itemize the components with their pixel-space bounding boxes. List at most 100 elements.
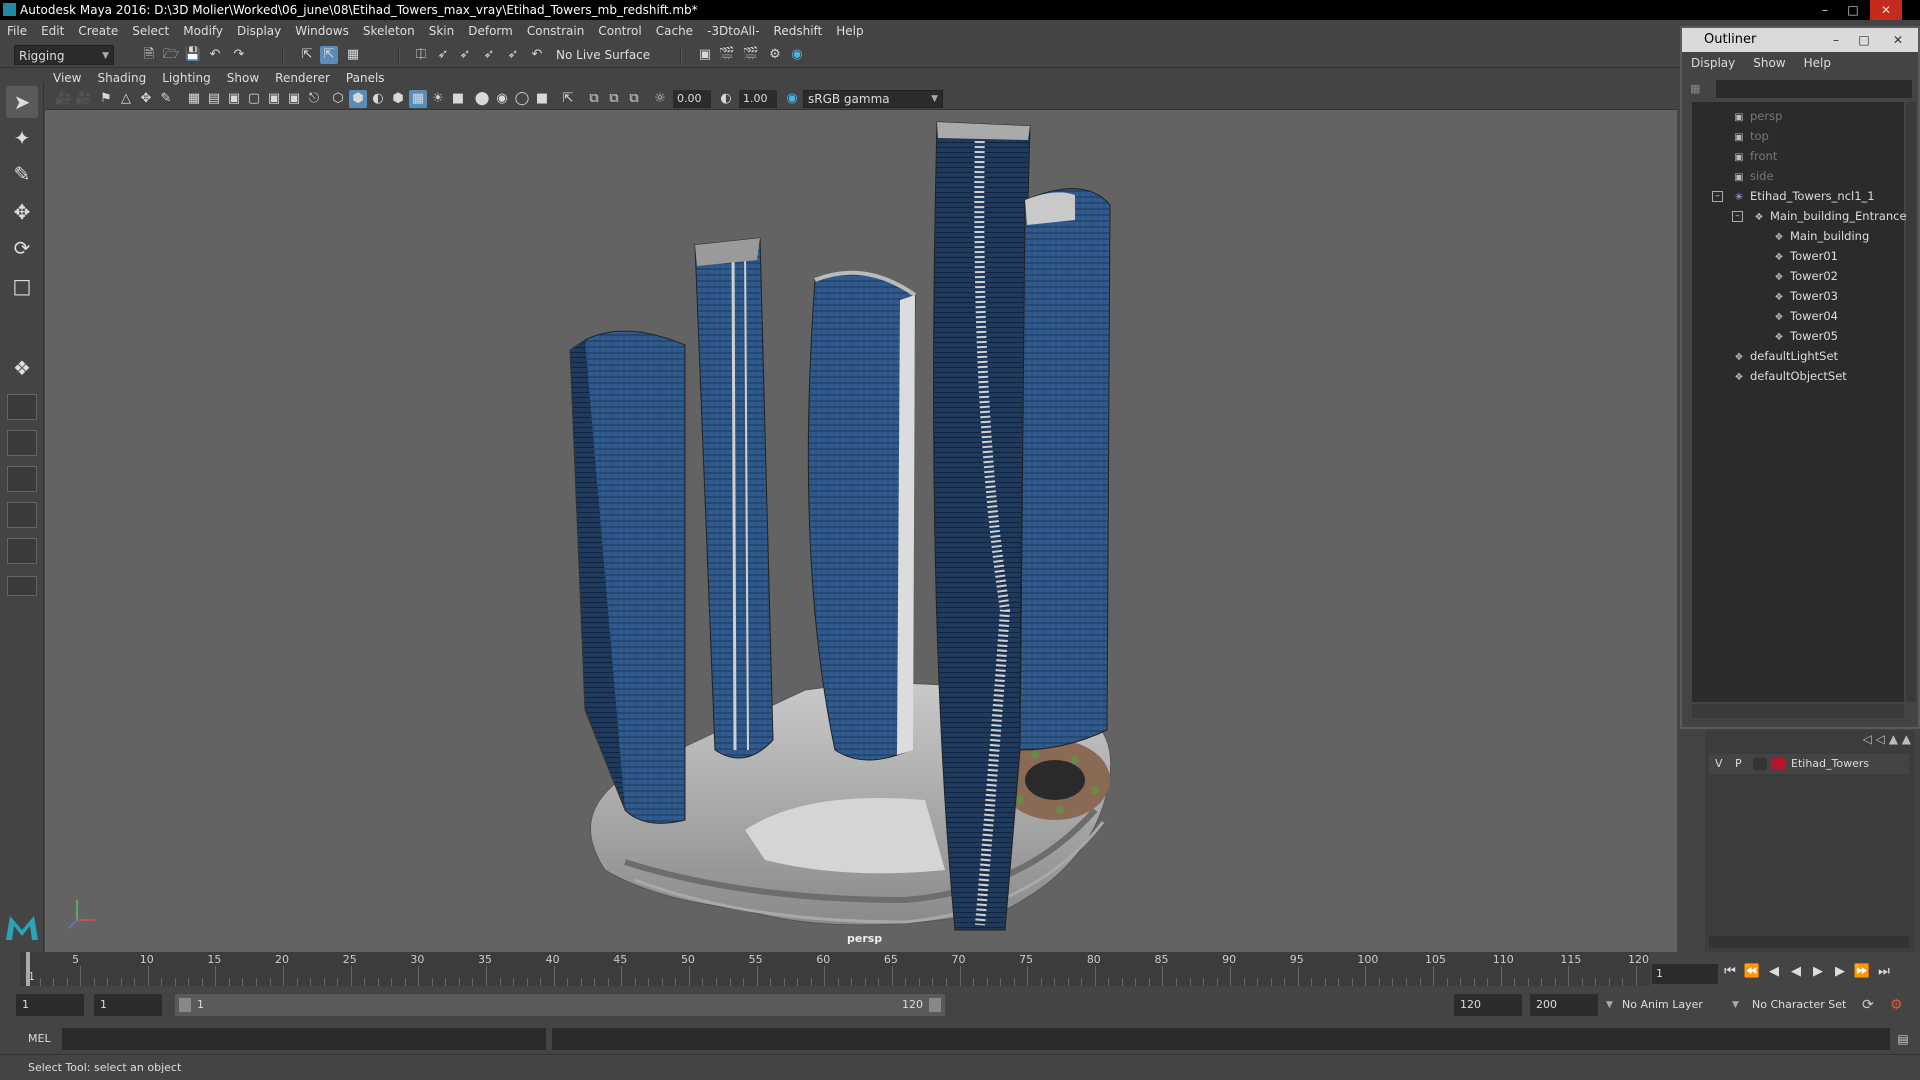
- outliner-menu-display[interactable]: Display: [1682, 52, 1744, 74]
- outliner-item-main-building[interactable]: ❖ Main_building: [1772, 226, 1870, 246]
- layer-playback-toggle[interactable]: P: [1735, 754, 1742, 774]
- layer-ref-toggle[interactable]: [1753, 758, 1767, 770]
- panel-menu-show[interactable]: Show: [219, 68, 267, 88]
- rotate-tool-icon[interactable]: ⟳: [6, 232, 38, 264]
- render-settings-icon[interactable]: ⚙: [766, 46, 784, 64]
- menu-display[interactable]: Display: [230, 20, 288, 42]
- persp-outliner-layout-icon[interactable]: [7, 430, 37, 456]
- outliner-item-top[interactable]: ▣ top: [1732, 126, 1769, 146]
- gate-mask-icon[interactable]: ▢: [245, 90, 263, 108]
- outliner-item-default-object-set[interactable]: ❖ defaultObjectSet: [1732, 366, 1847, 386]
- animation-prefs-icon[interactable]: ⚙: [1890, 994, 1903, 1016]
- redo-icon[interactable]: ↷: [230, 46, 248, 64]
- undo-icon[interactable]: ↶: [206, 46, 224, 64]
- exposure-field[interactable]: 0.00: [673, 90, 711, 108]
- layer-color-swatch[interactable]: [1771, 758, 1785, 770]
- outliner-item-front[interactable]: ▣ front: [1732, 146, 1777, 166]
- step-back-key-icon[interactable]: ⏪: [1742, 962, 1762, 982]
- panel-menu-renderer[interactable]: Renderer: [267, 68, 338, 88]
- snap-vertex-icon[interactable]: ↶: [528, 46, 546, 64]
- move-tool-icon[interactable]: ✥: [6, 196, 38, 228]
- color-management-icon[interactable]: ◉: [783, 90, 801, 108]
- outliner-item-etihad-towers[interactable]: ✳ Etihad_Towers_ncl1_1: [1732, 186, 1875, 206]
- grid-icon[interactable]: ▦: [185, 90, 203, 108]
- anim-layer-dropdown[interactable]: No Anim Layer: [1622, 994, 1742, 1016]
- menu-redshift[interactable]: Redshift: [767, 20, 830, 42]
- camera-bookmark-icon[interactable]: 🎥: [75, 90, 93, 108]
- scale-tool-icon[interactable]: □: [6, 270, 38, 302]
- outliner-item-tower01[interactable]: ❖ Tower01: [1772, 246, 1838, 266]
- live-surface-field[interactable]: No Live Surface: [556, 46, 650, 64]
- antialias-icon[interactable]: ◯: [513, 90, 531, 108]
- menu-help[interactable]: Help: [829, 20, 870, 42]
- isolate-select-icon[interactable]: ⇱: [559, 90, 577, 108]
- perspective-viewport[interactable]: [45, 110, 1677, 952]
- range-slider[interactable]: 1 120: [175, 994, 945, 1016]
- menu-skeleton[interactable]: Skeleton: [356, 20, 422, 42]
- outliner-item-side[interactable]: ▣ side: [1732, 166, 1773, 186]
- outliner-item-default-light-set[interactable]: ❖ defaultLightSet: [1732, 346, 1839, 366]
- step-forward-frame-icon[interactable]: ▶: [1830, 962, 1850, 982]
- outliner-item-persp[interactable]: ▣ persp: [1732, 106, 1782, 126]
- menu-constrain[interactable]: Constrain: [520, 20, 592, 42]
- maximize-icon[interactable]: □: [1854, 28, 1874, 52]
- persp-graph-layout-icon[interactable]: [7, 466, 37, 492]
- xray-icon[interactable]: ⧉: [585, 90, 603, 108]
- xray-joints-icon[interactable]: ⧉: [605, 90, 623, 108]
- menu-select[interactable]: Select: [125, 20, 176, 42]
- panel-menu-view[interactable]: View: [45, 68, 89, 88]
- film-gate-icon[interactable]: ▤: [205, 90, 223, 108]
- time-ruler[interactable]: 1 5 10 15 20 25 30 35 40 45 50 55 60 65 70 75 80 85 90 95 10…: [20, 952, 1650, 986]
- use-all-lights-icon[interactable]: ☀: [429, 90, 447, 108]
- menu-windows[interactable]: Windows: [288, 20, 356, 42]
- xray-components-icon[interactable]: ⧉: [625, 90, 643, 108]
- menu-control[interactable]: Control: [591, 20, 648, 42]
- outliner-item-tower02[interactable]: ❖ Tower02: [1772, 266, 1838, 286]
- select-tool-icon[interactable]: ➤: [6, 86, 38, 118]
- outliner-item-tower03[interactable]: ❖ Tower03: [1772, 286, 1838, 306]
- outliner-horizontal-scrollbar[interactable]: [1692, 704, 1904, 718]
- go-to-end-icon[interactable]: ⏭: [1874, 962, 1894, 982]
- panel-menu-lighting[interactable]: Lighting: [154, 68, 219, 88]
- textured-icon[interactable]: ▦: [409, 90, 427, 108]
- layer-actions-icon[interactable]: ◁ ◁ ▲ ▲: [1863, 732, 1911, 746]
- gamma-icon[interactable]: ◐: [717, 90, 735, 108]
- outliner-menu-help[interactable]: Help: [1795, 52, 1840, 74]
- colorspace-dropdown[interactable]: sRGB gamma ▼: [803, 90, 943, 108]
- range-start-handle[interactable]: [179, 998, 191, 1012]
- playback-end-field[interactable]: 120: [1454, 994, 1522, 1016]
- collapse-icon[interactable]: –: [1712, 191, 1723, 202]
- range-end-handle[interactable]: [929, 998, 941, 1012]
- minimize-icon[interactable]: –: [1826, 28, 1846, 52]
- new-scene-icon[interactable]: 🗎: [140, 46, 158, 64]
- select-object-icon[interactable]: ⇱: [320, 46, 338, 64]
- camera-attributes-icon[interactable]: 🎥: [55, 90, 73, 108]
- close-icon[interactable]: ✕: [1888, 28, 1908, 52]
- custom-layout-icon[interactable]: [7, 576, 37, 596]
- snap-surface-icon[interactable]: ➶: [504, 46, 522, 64]
- chevron-down-icon[interactable]: ▼: [1606, 994, 1613, 1016]
- outliner-menu-show[interactable]: Show: [1744, 52, 1794, 74]
- step-forward-key-icon[interactable]: ⏩: [1852, 962, 1872, 982]
- paint-select-tool-icon[interactable]: ✎: [6, 158, 38, 190]
- resolution-gate-icon[interactable]: ▣: [225, 90, 243, 108]
- select-component-icon[interactable]: ▦: [344, 46, 362, 64]
- gamma-field[interactable]: 1.00: [739, 90, 777, 108]
- filter-icon[interactable]: ▦: [1690, 82, 1706, 98]
- time-slider[interactable]: 1 5 10 15 20 25 30 35 40 45 50 55 60 65 70 75 80 85 90 95 10…: [20, 952, 1650, 986]
- menu-file[interactable]: File: [0, 20, 34, 42]
- outliner-item-main-building-entrance[interactable]: ❖ Main_building_Entrance: [1752, 206, 1907, 226]
- bookmark-icon[interactable]: ⚑: [97, 90, 115, 108]
- lasso-tool-icon[interactable]: ✦: [6, 122, 38, 154]
- flat-shade-icon[interactable]: ◐: [369, 90, 387, 108]
- grease-pencil-icon[interactable]: ✎: [157, 90, 175, 108]
- image-plane-icon[interactable]: △: [117, 90, 135, 108]
- minimize-icon[interactable]: –: [1812, 0, 1838, 20]
- maximize-icon[interactable]: □: [1840, 0, 1866, 20]
- auto-key-icon[interactable]: ⟳: [1862, 994, 1874, 1016]
- wireframe-icon[interactable]: ⬡: [329, 90, 347, 108]
- snap-view-plane-icon[interactable]: ➶: [480, 46, 498, 64]
- render-view-icon[interactable]: ▣: [696, 46, 714, 64]
- menu-create[interactable]: Create: [71, 20, 125, 42]
- panel-menu-panels[interactable]: Panels: [338, 68, 393, 88]
